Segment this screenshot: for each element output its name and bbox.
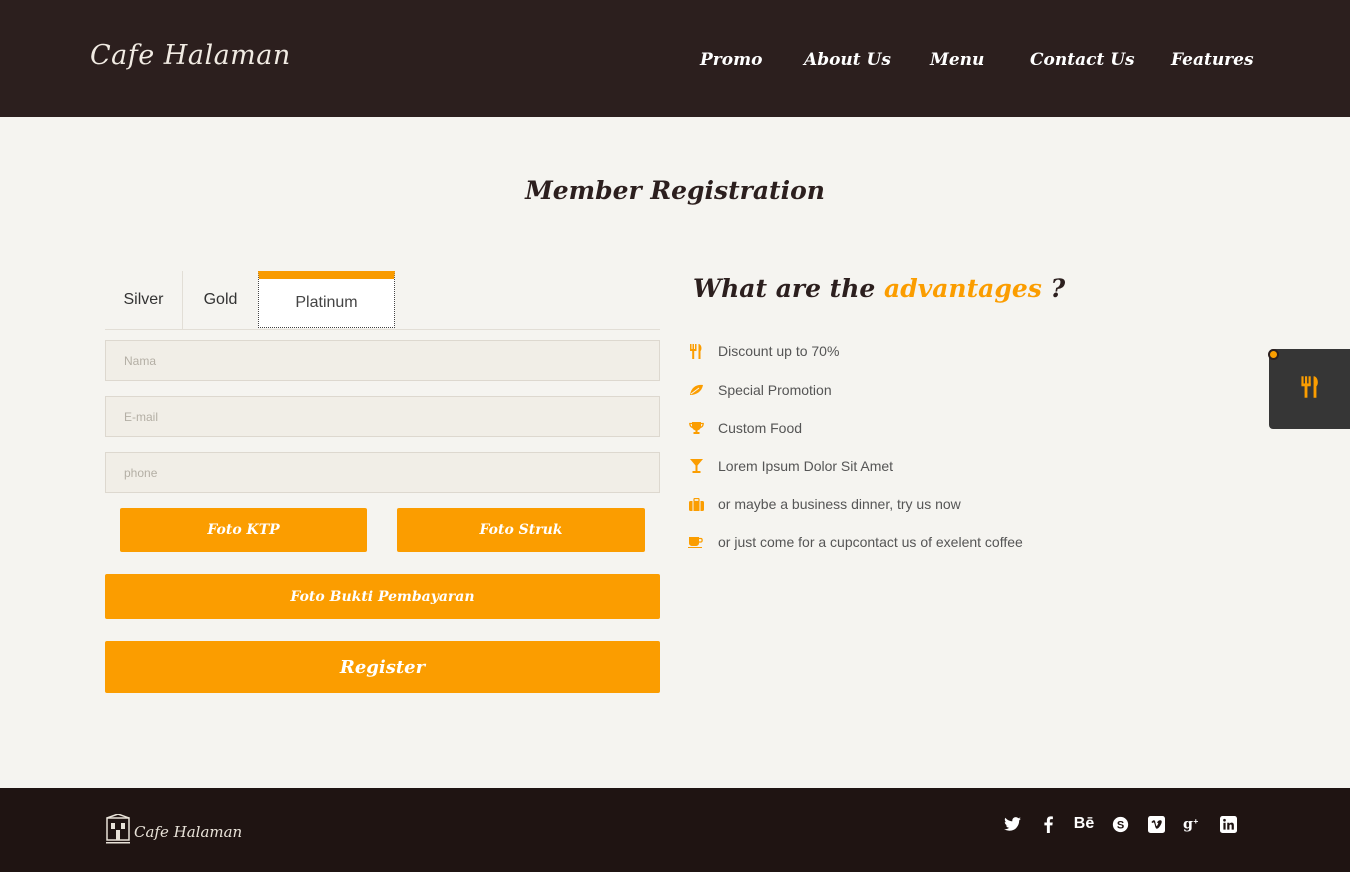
facebook-icon[interactable]	[1030, 813, 1066, 835]
cocktail-icon	[688, 458, 704, 474]
site-logo[interactable]: Cafe Halaman	[90, 40, 291, 71]
nav-promo[interactable]: Promo	[700, 50, 762, 70]
skype-icon[interactable]: S	[1102, 813, 1138, 835]
register-button[interactable]: Register	[105, 641, 660, 693]
cutlery-icon	[1300, 375, 1320, 403]
trophy-icon	[688, 420, 704, 436]
nav-contact-us[interactable]: Contact Us	[1030, 50, 1135, 70]
page-title: Member Registration	[525, 176, 825, 205]
foto-bukti-pembayaran-button[interactable]: Foto Bukti Pembayaran	[105, 574, 660, 619]
cafe-building-icon	[106, 813, 130, 849]
leaf-icon	[688, 382, 704, 398]
header: Cafe Halaman Promo About Us Menu Contact…	[0, 0, 1350, 117]
advantages-title: What are the advantages ?	[693, 274, 1065, 303]
list-item: Special Promotion	[688, 382, 832, 398]
svg-text:+: +	[1193, 816, 1198, 826]
foto-ktp-button[interactable]: Foto KTP	[120, 508, 367, 552]
list-item: Custom Food	[688, 420, 802, 436]
google-plus-icon[interactable]: g +	[1174, 813, 1210, 835]
svg-text:g: g	[1183, 817, 1193, 832]
svg-text:S: S	[1116, 819, 1123, 831]
twitter-icon[interactable]	[994, 813, 1030, 835]
nav-menu[interactable]: Menu	[930, 50, 984, 70]
advantage-text: Special Promotion	[718, 382, 832, 398]
advantage-text: Discount up to 70%	[718, 343, 840, 359]
list-item: Discount up to 70%	[688, 343, 839, 359]
tab-gold[interactable]: Gold	[183, 271, 258, 329]
side-menu-widget[interactable]	[1268, 349, 1350, 429]
tab-silver[interactable]: Silver	[105, 271, 183, 329]
list-item: Lorem Ipsum Dolor Sit Amet	[688, 458, 893, 474]
list-item: or maybe a business dinner, try us now	[688, 496, 961, 512]
advantage-text: or maybe a business dinner, try us now	[718, 496, 961, 512]
nav-features[interactable]: Features	[1171, 50, 1254, 70]
footer-logo[interactable]: Cafe Halaman	[106, 813, 243, 849]
advantage-text: Lorem Ipsum Dolor Sit Amet	[718, 458, 894, 474]
membership-tabs: Silver Gold Platinum	[105, 271, 660, 330]
behance-icon[interactable]: Bē	[1066, 813, 1102, 835]
footer: Cafe Halaman Bē S g +	[0, 788, 1350, 872]
advantage-text: or just come for a cupcontact us of exel…	[718, 534, 1023, 550]
linkedin-icon[interactable]	[1210, 813, 1246, 835]
coffee-icon	[688, 534, 704, 550]
advantages-title-suffix: ?	[1050, 274, 1066, 303]
foto-struk-button[interactable]: Foto Struk	[397, 508, 645, 552]
advantages-title-prefix: What are the	[693, 274, 876, 303]
cutlery-icon	[688, 343, 704, 359]
nav-about-us[interactable]: About Us	[804, 50, 891, 70]
social-links: Bē S g +	[994, 813, 1246, 835]
name-field[interactable]	[105, 340, 660, 381]
vimeo-icon[interactable]	[1138, 813, 1174, 835]
list-item: or just come for a cupcontact us of exel…	[688, 534, 1023, 550]
footer-logo-text: Cafe Halaman	[134, 822, 243, 841]
notification-dot	[1268, 349, 1279, 360]
tab-platinum[interactable]: Platinum	[258, 271, 395, 328]
advantage-text: Custom Food	[718, 420, 803, 436]
phone-field[interactable]	[105, 452, 660, 493]
briefcase-icon	[688, 496, 704, 512]
email-field[interactable]	[105, 396, 660, 437]
advantages-title-highlight: advantages	[884, 274, 1042, 303]
